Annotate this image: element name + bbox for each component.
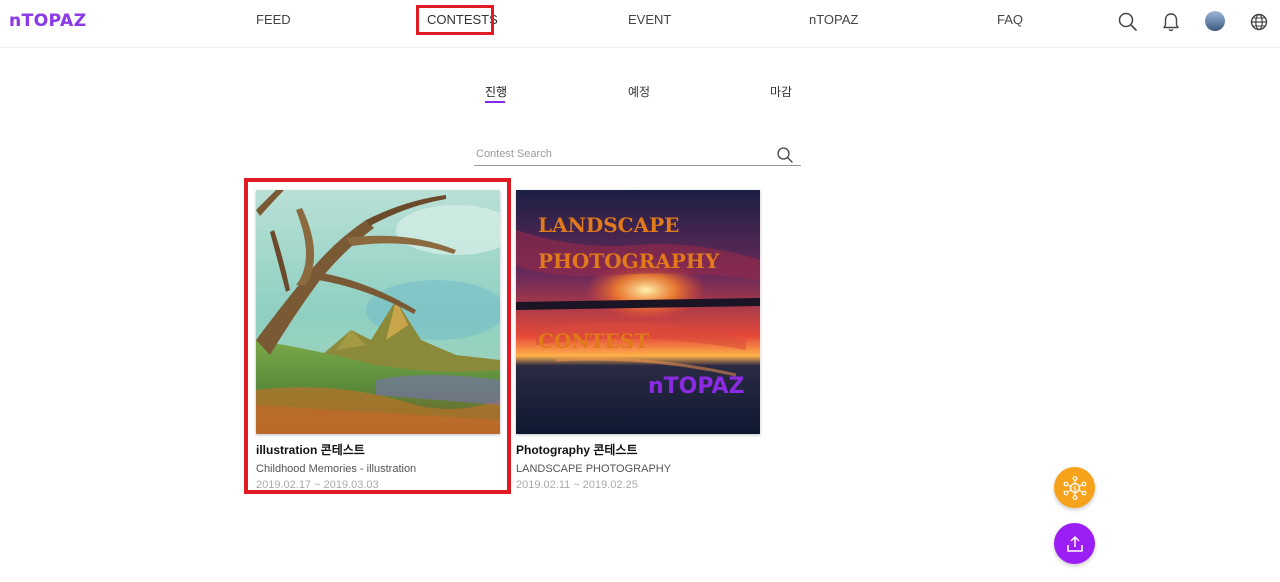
nav-ntopaz[interactable]: nTOPAZ (809, 12, 858, 27)
contest-title: Photography 콘테스트 (516, 443, 638, 457)
contest-search-input[interactable] (476, 145, 766, 163)
contest-card-photography[interactable]: LANDSCAPE PHOTOGRAPHY CONTEST nTOPAZ Pho… (516, 190, 760, 491)
contest-subtitle: Childhood Memories - illustration (256, 463, 417, 475)
tab-closed[interactable]: 마감 (770, 83, 792, 100)
contest-date-range: 2019.02.17 ~ 2019.03.03 (256, 479, 379, 491)
sunset-lake-poster-image: LANDSCAPE PHOTOGRAPHY CONTEST nTOPAZ (516, 190, 760, 434)
contest-date-range: 2019.02.11 ~ 2019.02.25 (516, 479, 638, 491)
contest-card-illustration[interactable]: illustration 콘테스트 Childhood Memories - i… (256, 190, 500, 491)
ntopaz-logo[interactable]: nTOPAZ (9, 11, 87, 31)
contest-thumbnail-photography[interactable]: LANDSCAPE PHOTOGRAPHY CONTEST nTOPAZ (516, 190, 760, 434)
tab-upcoming[interactable]: 예정 (628, 83, 650, 100)
top-nav-bar: nTOPAZ FEED CONTESTS EVENT nTOPAZ FAQ (0, 0, 1280, 48)
contest-thumbnail-illustration[interactable] (256, 190, 500, 434)
active-tab-indicator (485, 101, 505, 103)
tab-ongoing[interactable]: 진행 (485, 83, 507, 100)
search-icon[interactable] (776, 146, 794, 164)
share-network-icon: $ (1063, 475, 1086, 500)
contests-highlight-box (416, 5, 494, 35)
nav-event[interactable]: EVENT (628, 12, 671, 27)
globe-icon[interactable] (1248, 11, 1270, 33)
upload-icon (1066, 535, 1083, 552)
search-icon[interactable] (1117, 11, 1139, 33)
nav-faq[interactable]: FAQ (997, 12, 1023, 27)
nav-feed[interactable]: FEED (256, 12, 291, 27)
watercolor-landscape-image (256, 190, 500, 434)
poster-title-line1: LANDSCAPE (538, 213, 679, 237)
avatar[interactable] (1205, 11, 1225, 31)
contest-subtitle: LANDSCAPE PHOTOGRAPHY (516, 463, 672, 475)
svg-text:$: $ (1072, 484, 1076, 492)
poster-title-line2: PHOTOGRAPHY (538, 249, 720, 273)
bell-icon[interactable] (1160, 11, 1182, 33)
share-network-button[interactable]: $ (1054, 467, 1095, 508)
upload-button[interactable] (1054, 523, 1095, 564)
poster-ntopaz-logo: nTOPAZ (648, 374, 744, 399)
poster-title-line3: CONTEST (538, 329, 649, 353)
contest-search-bar (474, 145, 801, 166)
contest-title: illustration 콘테스트 (256, 443, 365, 457)
